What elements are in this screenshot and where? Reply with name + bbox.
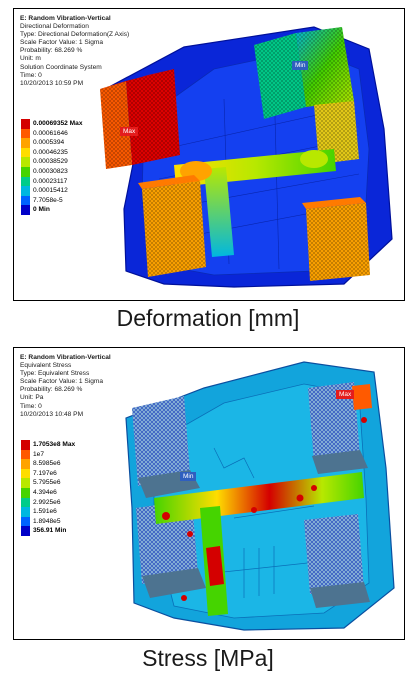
legend-color-swatch [21, 526, 30, 536]
legend-label: 7.7058e-5 [33, 196, 63, 204]
deformation-caption: Deformation [mm] [116, 305, 300, 331]
min-marker: Min [180, 472, 197, 481]
legend-label: 0.00061646 [33, 129, 68, 137]
legend-color-swatch [21, 459, 30, 469]
legend-label: 1.7053e8 Max [33, 441, 76, 448]
legend-label: 1.591e6 [33, 508, 57, 516]
min-marker: Min [292, 61, 309, 70]
legend-color-swatch [21, 468, 30, 479]
info-line: Type: Equivalent Stress [20, 370, 90, 378]
legend-label: 0.00030823 [33, 167, 68, 175]
legend-color-swatch [21, 176, 30, 187]
legend-color-swatch [21, 195, 30, 206]
max-marker: Max [336, 390, 355, 399]
info-line: Type: Directional Deformation(Z Axis) [20, 31, 130, 39]
info-line: Unit: m [20, 55, 41, 63]
legend-color-swatch [21, 186, 30, 196]
info-line: Directional Deformation [20, 23, 89, 31]
info-line: 10/20/2013 10:48 PM [20, 410, 84, 418]
info-line: Unit: Pa [20, 394, 44, 402]
info-line: Probability: 68.269 % [20, 386, 83, 394]
legend-color-swatch [21, 440, 30, 450]
legend-label: 0.00069352 Max [33, 120, 83, 127]
legend-label: 0.00015412 [33, 187, 68, 195]
max-marker: Max [120, 127, 139, 136]
info-line: Scale Factor Value: 1 Sigma [20, 378, 104, 386]
legend-label: 5.7955e6 [33, 479, 61, 487]
legend-color-swatch [21, 497, 30, 508]
analysis-title: E: Random Vibration-Vertical [20, 354, 111, 361]
legend-color-swatch [21, 507, 30, 517]
legend-label: 0.00038529 [33, 158, 68, 166]
info-line: Probability: 68.269 % [20, 47, 83, 55]
info-line: Time: 0 [20, 71, 42, 79]
legend-color-swatch [21, 157, 30, 167]
legend-label: 0.00023117 [33, 177, 68, 185]
stress-caption: Stress [MPa] [142, 645, 274, 671]
legend-label: 0.0005394 [33, 139, 65, 147]
legend-color-swatch [21, 478, 30, 488]
legend-label: 8.5985e6 [33, 460, 61, 468]
info-line: Scale Factor Value: 1 Sigma [20, 39, 104, 47]
result-info-block: E: Random Vibration-Vertical Directional… [20, 15, 129, 88]
legend-color-swatch [21, 128, 30, 139]
legend-color-swatch [21, 516, 30, 527]
info-line: 10/20/2013 10:59 PM [20, 79, 84, 87]
legend-color-swatch [21, 138, 30, 148]
analysis-title: E: Random Vibration-Vertical [20, 15, 111, 22]
legend-color-swatch [21, 166, 30, 177]
deformation-result-panel: E: Random Vibration-Vertical Directional… [13, 8, 405, 301]
legend-label: 0 Min [33, 206, 50, 214]
legend-color-swatch [21, 487, 30, 498]
legend-label: 1.8948e5 [33, 517, 61, 525]
legend-label: 0.00046235 [33, 148, 68, 156]
legend-label: 7.197e6 [33, 469, 57, 477]
legend-label: 356.91 Min [33, 527, 67, 535]
legend-label: 2.9925e6 [33, 498, 61, 506]
legend-color-swatch [21, 147, 30, 158]
info-line: Time: 0 [20, 402, 42, 410]
legend-color-swatch [21, 449, 30, 460]
result-info-block: E: Random Vibration-Vertical Equivalent … [20, 354, 111, 419]
legend-color-swatch [21, 205, 30, 215]
info-line: Equivalent Stress [20, 362, 72, 370]
info-line: Solution Coordinate System [20, 63, 102, 71]
legend-color-swatch [21, 119, 30, 129]
stress-result-panel: E: Random Vibration-Vertical Equivalent … [13, 347, 405, 640]
legend-label: 4.394e6 [33, 488, 57, 496]
legend-label: 1e7 [33, 450, 45, 458]
